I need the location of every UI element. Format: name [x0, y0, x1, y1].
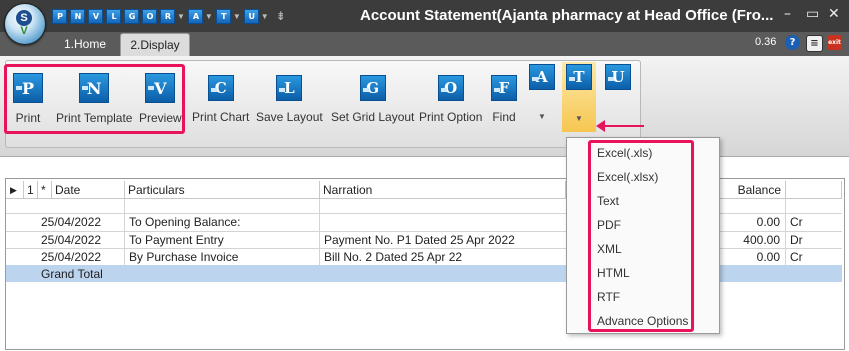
t-dropdown-button[interactable]: T ▼ — [562, 62, 596, 132]
u-dropdown-button[interactable]: U — [604, 64, 632, 90]
qat-print-button[interactable]: P — [52, 8, 67, 24]
arrow-left-icon — [596, 120, 644, 132]
preview-icon: V — [88, 8, 103, 24]
print-chart-label: Print Chart — [192, 110, 250, 124]
print-option-icon: O — [437, 75, 464, 101]
row-indicator-header: ▶ — [6, 181, 24, 199]
cell-date[interactable]: 25/04/2022 — [41, 249, 101, 266]
print-template-icon: N — [70, 8, 85, 24]
highlight-box-print-group — [4, 64, 185, 134]
highlight-box-export-menu — [588, 140, 694, 332]
a-dropdown-button[interactable]: A ▼ — [528, 64, 556, 121]
u-icon: U — [243, 8, 259, 24]
qat-r-button[interactable]: R ▼ — [160, 8, 185, 24]
qat-grid-layout-button[interactable]: G — [124, 8, 139, 24]
grand-total-label: Grand Total — [41, 267, 103, 281]
cell-date[interactable]: 25/04/2022 — [41, 214, 101, 231]
column-header-particulars[interactable]: Particulars — [125, 181, 320, 199]
u-icon: U — [605, 64, 631, 90]
set-grid-layout-label: Set Grid Layout — [331, 110, 415, 124]
print-option-icon: O — [142, 8, 157, 24]
a-icon: A — [187, 8, 203, 24]
column-header-drcr[interactable] — [786, 181, 842, 199]
chevron-down-icon[interactable]: ▼ — [205, 12, 213, 21]
minimize-button[interactable]: – — [784, 6, 791, 22]
save-layout-button[interactable]: L Save Layout — [256, 75, 323, 124]
r-icon: R — [160, 8, 175, 24]
print-option-label: Print Option — [419, 110, 483, 124]
find-label: Find — [492, 110, 516, 124]
chevron-down-icon[interactable]: ▼ — [177, 12, 185, 21]
print-option-button[interactable]: O Print Option — [419, 75, 482, 124]
save-layout-icon: L — [276, 75, 303, 101]
chevron-down-icon[interactable]: ▼ — [575, 114, 583, 123]
find-icon: F — [491, 75, 517, 101]
exit-icon[interactable]: exit — [827, 35, 842, 50]
set-grid-layout-icon: G — [359, 75, 386, 101]
qat-customize-icon[interactable]: ⇟ — [276, 9, 286, 23]
cell-drcr[interactable]: Dr — [790, 232, 803, 249]
cell-particulars[interactable]: To Payment Entry — [129, 232, 224, 249]
grid-layout-icon: G — [124, 8, 139, 24]
save-layout-icon: L — [106, 8, 121, 24]
cell-drcr[interactable]: Cr — [790, 249, 803, 266]
column-header-narration[interactable]: Narration — [320, 181, 566, 199]
set-grid-layout-button[interactable]: G Set Grid Layout — [331, 75, 414, 124]
cell-particulars[interactable]: To Opening Balance: — [129, 214, 240, 231]
cell-date[interactable]: 25/04/2022 — [41, 232, 101, 249]
chevron-down-icon[interactable]: ▼ — [538, 112, 546, 121]
chevron-down-icon[interactable]: ▼ — [261, 12, 269, 21]
qat-a-button[interactable]: A ▼ — [187, 8, 213, 24]
save-layout-label: Save Layout — [256, 110, 323, 124]
qat-save-layout-button[interactable]: L — [106, 8, 121, 24]
qat-print-template-button[interactable]: N — [70, 8, 85, 24]
chevron-down-icon[interactable]: ▼ — [233, 12, 241, 21]
quick-access-toolbar: P N V L G O R ▼ A ▼ T ▼ U ▼ ⇟ — [52, 7, 290, 25]
find-button[interactable]: F Find — [491, 75, 517, 124]
close-button[interactable]: ✕ — [828, 6, 840, 22]
cell-particulars[interactable]: By Purchase Invoice — [129, 249, 238, 266]
qat-u-button[interactable]: U ▼ — [243, 8, 269, 24]
a-icon: A — [529, 64, 555, 90]
tab-home[interactable]: 1.Home — [52, 33, 118, 56]
qat-t-button[interactable]: T ▼ — [215, 8, 241, 24]
qat-print-option-button[interactable]: O — [142, 8, 157, 24]
tab-display[interactable]: 2.Display — [120, 33, 190, 57]
zoom-value: 0.36 — [755, 36, 777, 48]
window-title: Account Statement(Ajanta pharmacy at Hea… — [360, 7, 774, 24]
print-chart-button[interactable]: C Print Chart — [192, 75, 249, 124]
column-header-date[interactable]: Date — [52, 181, 125, 199]
document-icon[interactable]: ≡ — [806, 35, 823, 52]
maximize-button[interactable]: ▭ — [806, 6, 819, 22]
print-chart-icon: C — [207, 75, 234, 101]
column-header-star[interactable]: * — [38, 181, 52, 199]
t-icon: T — [566, 64, 592, 90]
qat-preview-button[interactable]: V — [88, 8, 103, 24]
t-icon: T — [215, 8, 231, 24]
cell-narration[interactable]: Bill No. 2 Dated 25 Apr 22 — [324, 249, 462, 266]
cell-drcr[interactable]: Cr — [790, 214, 803, 231]
column-header-number[interactable]: 1 — [24, 181, 38, 199]
help-icon[interactable]: ? — [785, 35, 800, 50]
cell-narration[interactable]: Payment No. P1 Dated 25 Apr 2022 — [324, 232, 515, 249]
app-logo-icon[interactable]: SV — [4, 3, 46, 45]
print-icon: P — [52, 8, 67, 24]
